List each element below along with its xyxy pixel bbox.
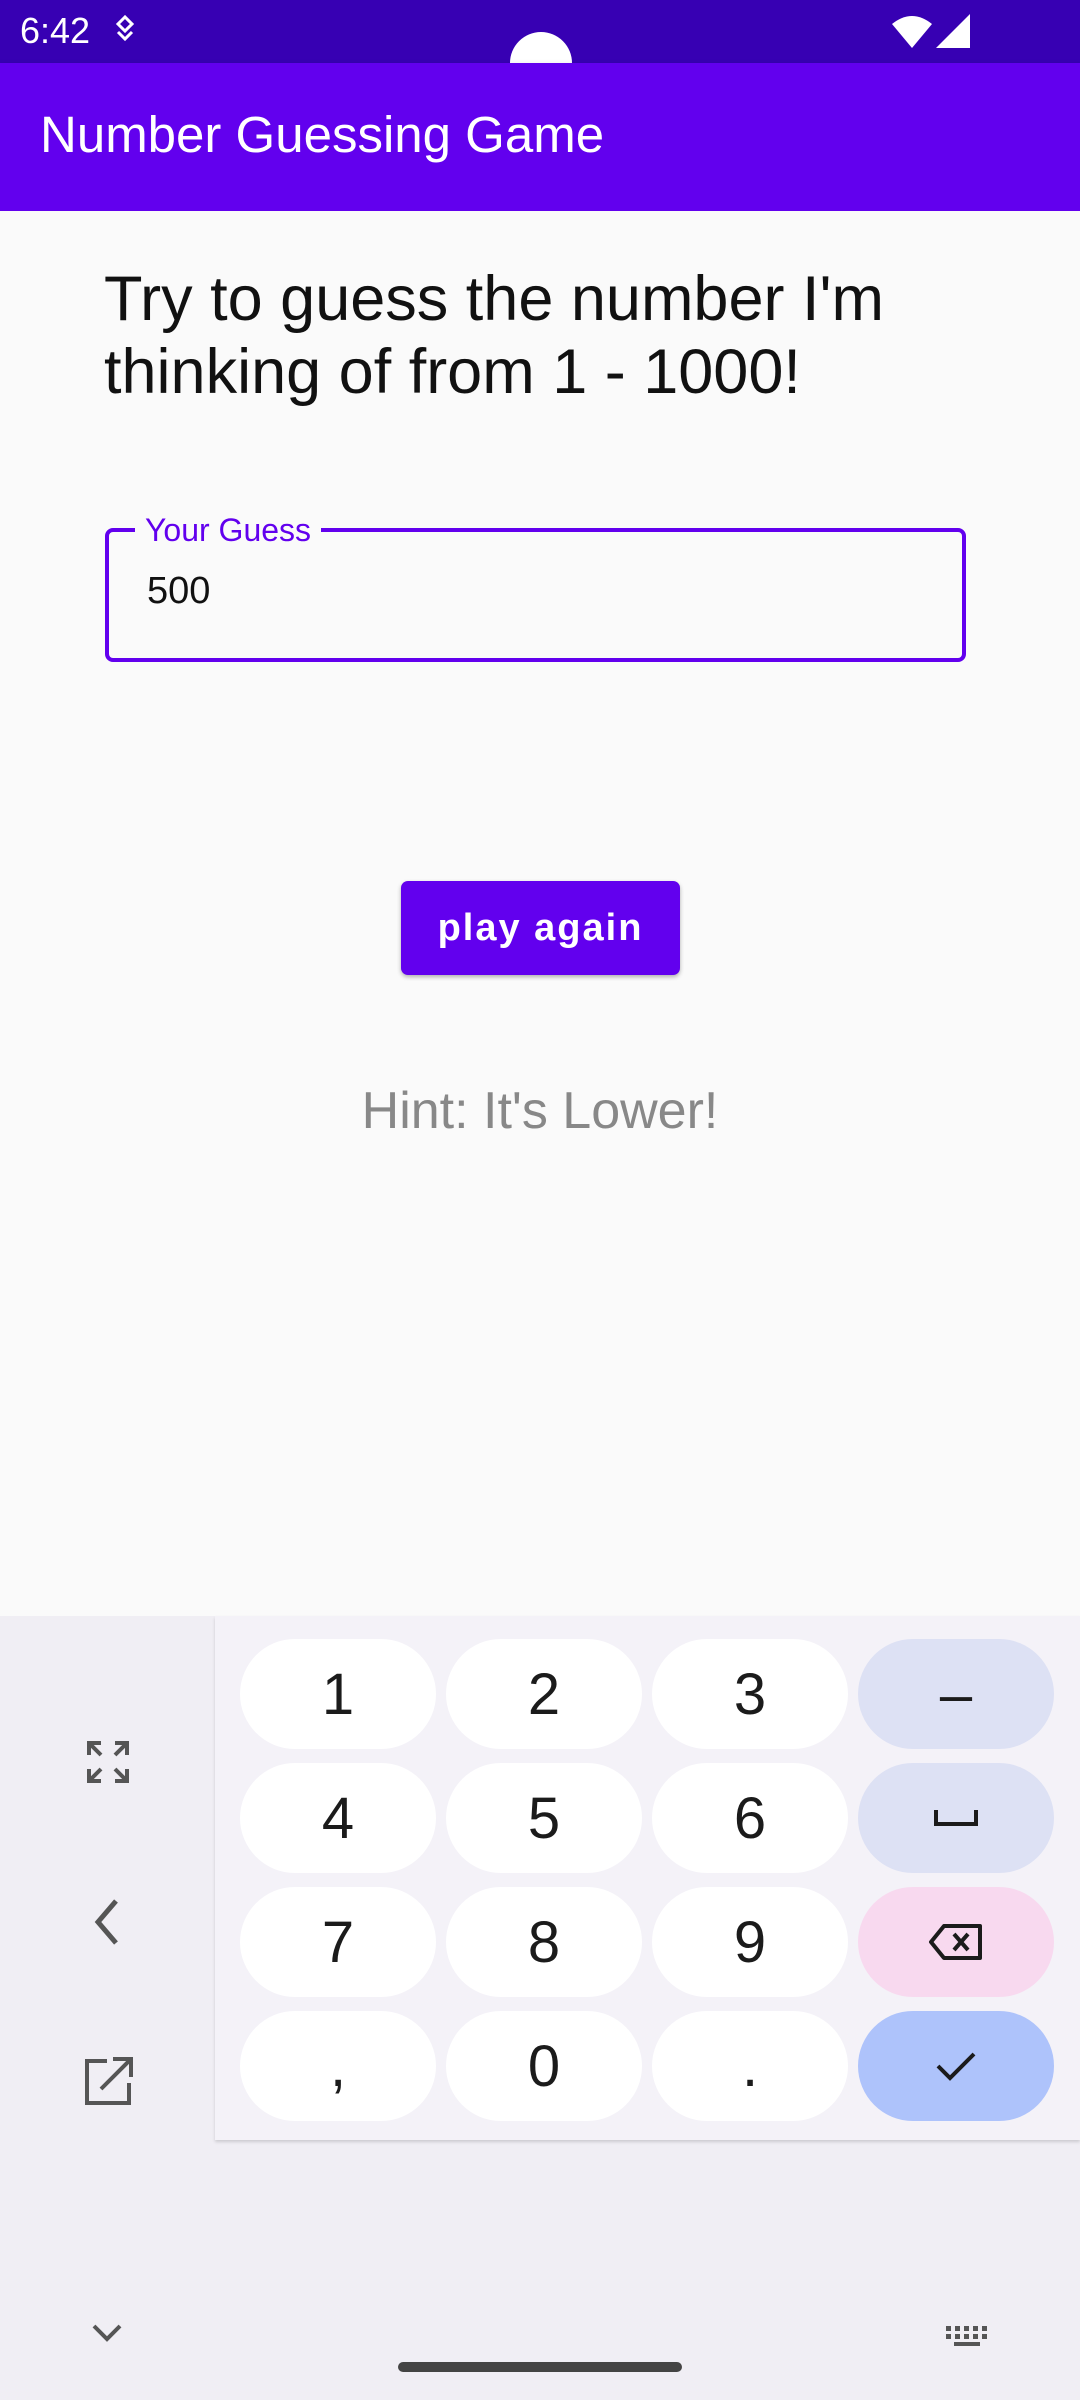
app-title: Number Guessing Game — [40, 106, 605, 163]
numeric-keyboard: 1 2 3 – 4 5 6 7 8 9 , 0 . — [0, 1616, 1080, 2400]
expand-icon[interactable] — [70, 1724, 146, 1800]
key-backspace[interactable] — [858, 1887, 1054, 1997]
play-again-button[interactable]: play again — [401, 881, 680, 975]
wifi-icon — [892, 14, 932, 53]
key-period[interactable]: . — [652, 2011, 848, 2121]
status-time: 6:42 — [20, 10, 91, 51]
key-2[interactable]: 2 — [446, 1639, 642, 1749]
guess-field-label: Your Guess — [135, 512, 322, 549]
key-comma[interactable]: , — [240, 2011, 436, 2121]
keyboard-switch-icon[interactable] — [944, 2324, 990, 2353]
keyboard-side-panel — [0, 1616, 215, 2140]
key-minus[interactable]: – — [858, 1639, 1054, 1749]
signal-icon — [936, 14, 970, 53]
app-bar: Number Guessing Game — [0, 63, 1080, 211]
gesture-nav-handle[interactable] — [398, 2362, 682, 2372]
backspace-icon — [929, 1924, 982, 1960]
keyboard-keys: 1 2 3 – 4 5 6 7 8 9 , 0 . — [215, 1616, 1080, 2140]
guess-input[interactable] — [147, 570, 907, 613]
collapse-icon[interactable] — [90, 2322, 124, 2349]
hint-text: Hint: It's Lower! — [361, 1082, 719, 1140]
guess-field[interactable]: Your Guess — [105, 512, 1071, 663]
instructions-text: Try to guess the number I'm thinking of … — [104, 264, 884, 407]
key-6[interactable]: 6 — [652, 1763, 848, 1873]
key-3[interactable]: 3 — [652, 1639, 848, 1749]
back-chevron-icon[interactable] — [70, 1884, 146, 1960]
key-5[interactable]: 5 — [446, 1763, 642, 1873]
popout-icon[interactable] — [70, 2044, 146, 2120]
key-done[interactable] — [858, 2011, 1054, 2121]
main-content: Try to guess the number I'm thinking of … — [0, 211, 1080, 1616]
key-7[interactable]: 7 — [240, 1887, 436, 1997]
space-icon — [934, 1810, 978, 1826]
key-4[interactable]: 4 — [240, 1763, 436, 1873]
key-space[interactable] — [858, 1763, 1054, 1873]
key-0[interactable]: 0 — [446, 2011, 642, 2121]
key-8[interactable]: 8 — [446, 1887, 642, 1997]
key-1[interactable]: 1 — [240, 1639, 436, 1749]
data-saver-icon — [112, 14, 138, 49]
key-9[interactable]: 9 — [652, 1887, 848, 1997]
check-icon — [936, 2052, 976, 2081]
